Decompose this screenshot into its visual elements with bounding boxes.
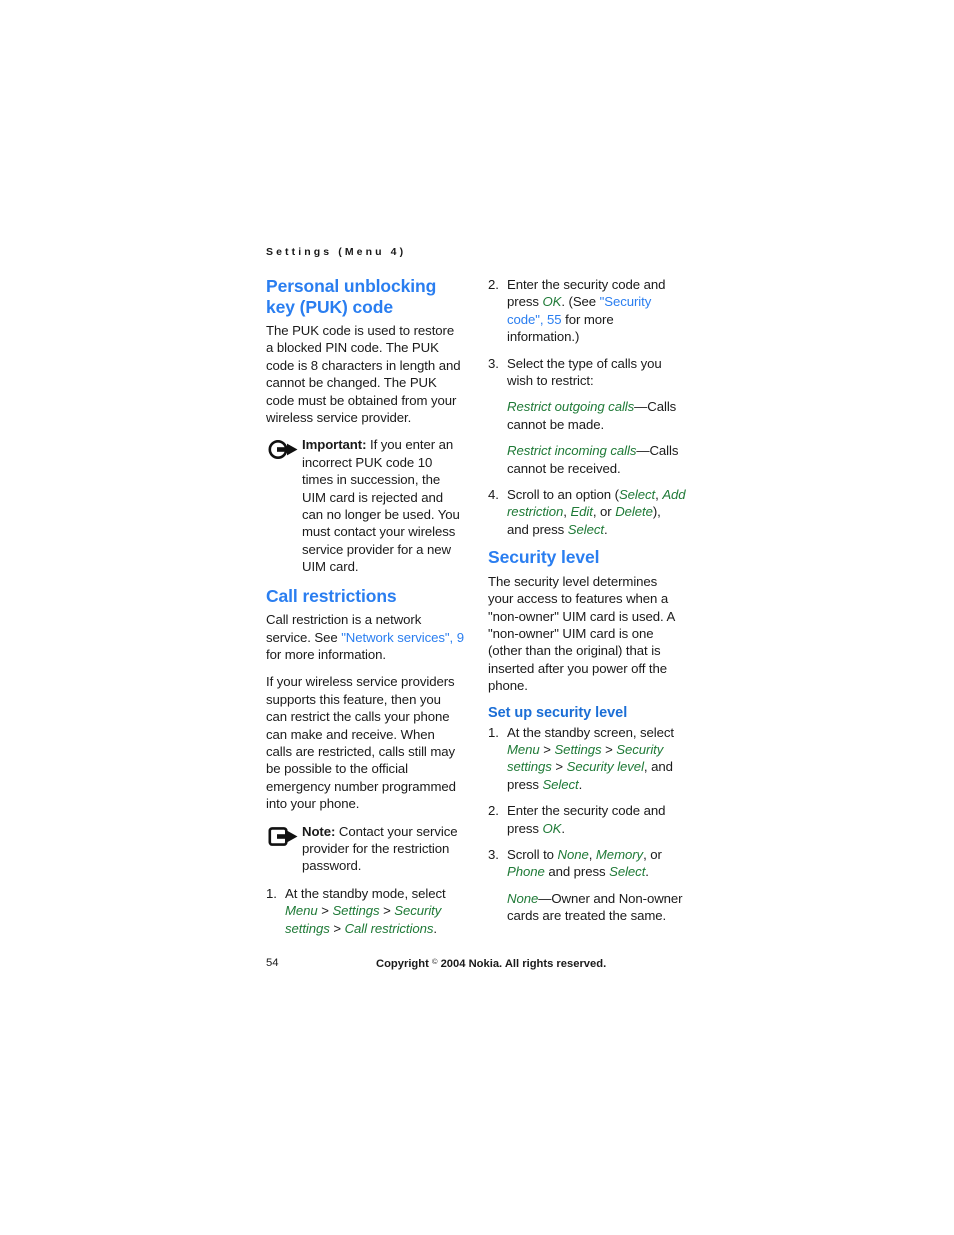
xref-network-services[interactable]: "Network services", 9: [341, 630, 464, 645]
menu-path-call-restrictions: Call restrictions: [344, 920, 434, 936]
important-label: Important:: [302, 437, 367, 453]
call-restrictions-steps-continued: 2. Enter the security code and press OK.…: [488, 276, 686, 538]
step-text-part: , or: [592, 504, 616, 520]
menu-path-menu: Menu: [285, 903, 318, 919]
heading-call-restrictions: Call restrictions: [266, 585, 397, 606]
step-text: Enter the security code and press OK.: [507, 802, 686, 837]
step-text-part: Scroll to an option (: [507, 487, 619, 503]
heading-security-level: Security level: [488, 547, 600, 568]
ui-label-select: Select: [567, 521, 604, 537]
ui-label-edit: Edit: [570, 504, 593, 520]
ui-label-restrict-incoming-calls: Restrict incoming calls: [507, 443, 637, 459]
path-separator: >: [601, 742, 617, 758]
subheading-set-up-security-level: Set up security level: [488, 704, 628, 721]
ui-label-select: Select: [609, 864, 646, 880]
note-label: Note:: [302, 823, 336, 839]
list-item: 1. At the standby screen, select Menu > …: [488, 724, 686, 794]
step-number: 1.: [266, 885, 277, 901]
step-text: Scroll to None, Memory, or Phone and pre…: [507, 846, 686, 881]
step-number: 2.: [488, 803, 499, 819]
call-restrictions-steps: 1. At the standby mode, select Menu > Se…: [266, 885, 464, 937]
path-separator: >: [379, 903, 395, 919]
step-number: 3.: [488, 355, 499, 371]
menu-path-menu: Menu: [507, 742, 540, 758]
step-text-part: .: [578, 776, 583, 792]
definition-none: None—Owner and Non-owner cards are treat…: [507, 890, 686, 925]
step-number: 3.: [488, 847, 499, 863]
right-column: 2. Enter the security code and press OK.…: [488, 276, 686, 946]
important-arrow-circle-icon: [268, 436, 302, 575]
ui-label-none: None: [507, 890, 539, 906]
step-number: 1.: [488, 724, 499, 740]
step-number: 4.: [488, 487, 499, 503]
two-column-body: Personal unblocking key (PUK) code The P…: [266, 276, 691, 946]
list-item: 3. Select the type of calls you wish to …: [488, 355, 686, 390]
step-text-part: .: [603, 521, 608, 537]
ui-label-delete: Delete: [615, 504, 653, 520]
running-header: Settings (Menu 4): [266, 246, 407, 258]
step-text-part: ,: [588, 847, 596, 863]
step-text-part: . (See: [561, 294, 600, 310]
step-text: At the standby screen, select Menu > Set…: [507, 724, 686, 794]
ui-label-none: None: [557, 847, 589, 863]
step-text: At the standby mode, select Menu > Setti…: [285, 885, 464, 937]
copyright-text-after: 2004 Nokia. All rights reserved.: [437, 958, 607, 970]
step-text-part: At the standby screen, select: [507, 724, 675, 740]
left-column: Personal unblocking key (PUK) code The P…: [266, 276, 464, 946]
ui-label-memory: Memory: [595, 847, 644, 863]
step-text: Select the type of calls you wish to res…: [507, 355, 662, 389]
copyright-text-before: Copyright: [376, 958, 432, 970]
copyright-notice: Copyright © 2004 Nokia. All rights reser…: [376, 957, 606, 970]
important-body: If you enter an incorrect PUK code 10 ti…: [302, 437, 460, 575]
path-separator: >: [329, 920, 345, 936]
list-item: 4. Scroll to an option (Select, Add rest…: [488, 486, 686, 538]
step-text: Enter the security code and press OK. (S…: [507, 276, 686, 346]
ui-label-select: Select: [542, 776, 579, 792]
paragraph-puk-description: The PUK code is used to restore a blocke…: [266, 323, 461, 426]
step-text-part: Enter the security code and press: [507, 803, 666, 836]
security-level-steps: 1. At the standby screen, select Menu > …: [488, 724, 686, 925]
path-separator: >: [551, 759, 567, 775]
step-number: 2.: [488, 277, 499, 292]
menu-path-settings: Settings: [554, 742, 602, 758]
step-text: Scroll to an option (Select, Add restric…: [507, 486, 686, 538]
list-item: 1. At the standby mode, select Menu > Se…: [266, 885, 464, 937]
ui-label-ok: OK: [542, 820, 562, 836]
path-separator: >: [317, 903, 333, 919]
page-number: 54: [266, 957, 279, 969]
step-text-part: Scroll to: [507, 847, 558, 863]
definition-restrict-incoming: Restrict incoming calls—Calls cannot be …: [507, 442, 686, 477]
ui-label-ok: OK: [542, 294, 562, 310]
manual-page: Settings (Menu 4) Personal unblocking ke…: [0, 0, 954, 1235]
menu-path-security-level: Security level: [566, 759, 644, 775]
paragraph-call-restriction-intro: Call restriction is a network service. S…: [266, 611, 464, 663]
list-item: 3. Scroll to None, Memory, or Phone and …: [488, 846, 686, 881]
note-square-arrow-icon: [268, 823, 302, 875]
important-note-block: Important: If you enter an incorrect PUK…: [266, 436, 464, 575]
paragraph-security-level-description: The security level determines your acces…: [488, 573, 675, 694]
paragraph-call-restriction-detail: If your wireless service providers suppo…: [266, 674, 456, 812]
note-text: Note: Contact your service provider for …: [302, 823, 464, 875]
definition-restrict-outgoing: Restrict outgoing calls—Calls cannot be …: [507, 398, 686, 433]
list-item: 2. Enter the security code and press OK.…: [488, 276, 686, 346]
step-text-before: At the standby mode, select: [285, 885, 446, 901]
ui-label-restrict-outgoing-calls: Restrict outgoing calls: [507, 399, 635, 415]
important-note-text: Important: If you enter an incorrect PUK…: [302, 436, 464, 575]
text-after-xref: for more information.: [266, 647, 386, 662]
path-separator: >: [539, 742, 555, 758]
heading-puk-code: Personal unblocking key (PUK) code: [266, 276, 437, 317]
ui-label-phone: Phone: [507, 864, 545, 880]
list-item: 2. Enter the security code and press OK.: [488, 802, 686, 837]
menu-path-settings: Settings: [332, 903, 380, 919]
note-block: Note: Contact your service provider for …: [266, 823, 464, 875]
step-text-after: .: [433, 920, 437, 936]
ui-label-select: Select: [618, 487, 656, 503]
step-text-part: , or: [643, 847, 662, 863]
step-text-part: and press: [544, 864, 610, 880]
step-text-part: .: [561, 820, 565, 836]
step-text-part: .: [645, 864, 649, 880]
